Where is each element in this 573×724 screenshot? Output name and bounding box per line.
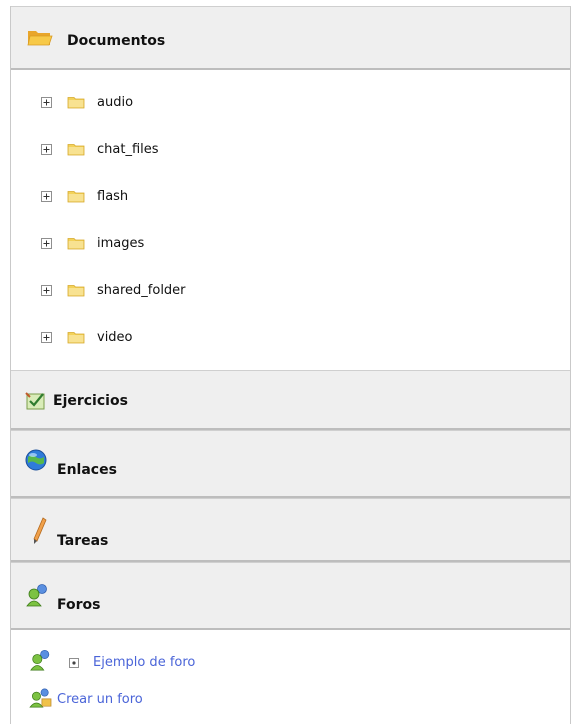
folder-open-icon xyxy=(27,31,53,46)
expand-icon[interactable] xyxy=(41,285,52,296)
expand-icon[interactable] xyxy=(41,144,52,155)
section-documentos-title: Documentos xyxy=(67,33,166,49)
section-enlaces-title: Enlaces xyxy=(57,462,117,478)
folder-icon xyxy=(67,95,85,109)
folder-icon xyxy=(67,283,85,297)
folder-icon xyxy=(67,330,85,344)
expand-forum-icon[interactable] xyxy=(69,658,79,668)
section-foros-header[interactable]: Foros xyxy=(11,562,570,630)
forums-list: Ejemplo de foro Crear un foro xyxy=(11,630,570,724)
tree-item-label[interactable]: shared_folder xyxy=(97,282,186,299)
tree-item-label[interactable]: flash xyxy=(97,188,128,205)
tree-item-label[interactable]: images xyxy=(97,235,144,252)
tree-item-label[interactable]: video xyxy=(97,329,133,346)
section-documentos-header[interactable]: Documentos xyxy=(11,6,570,70)
folder-icon xyxy=(67,142,85,156)
pencil-icon xyxy=(33,517,47,544)
forum-users-icon xyxy=(30,649,50,671)
section-enlaces-header[interactable]: Enlaces xyxy=(11,430,570,498)
section-tareas-title: Tareas xyxy=(57,533,109,549)
exercises-icon xyxy=(25,392,45,410)
globe-icon xyxy=(25,449,47,471)
expand-icon[interactable] xyxy=(41,191,52,202)
section-foros-title: Foros xyxy=(57,597,101,613)
create-forum-icon xyxy=(29,688,52,708)
tree-item-label[interactable]: chat_files xyxy=(97,141,159,158)
expand-icon[interactable] xyxy=(41,238,52,249)
documents-tree: audio chat_files flash images shared_fol… xyxy=(11,70,570,370)
folder-icon xyxy=(67,189,85,203)
folder-icon xyxy=(67,236,85,250)
forum-link[interactable]: Ejemplo de foro xyxy=(93,655,195,670)
users-icon xyxy=(26,584,47,607)
expand-icon[interactable] xyxy=(41,332,52,343)
course-tools-panel: Documentos audio chat_files flash images… xyxy=(10,6,571,724)
section-ejercicios-title: Ejercicios xyxy=(53,393,128,409)
section-ejercicios-header[interactable]: Ejercicios xyxy=(11,370,570,430)
section-tareas-header[interactable]: Tareas xyxy=(11,498,570,562)
create-forum-link[interactable]: Crear un foro xyxy=(57,692,143,707)
tree-item-label[interactable]: audio xyxy=(97,94,133,111)
expand-icon[interactable] xyxy=(41,97,52,108)
